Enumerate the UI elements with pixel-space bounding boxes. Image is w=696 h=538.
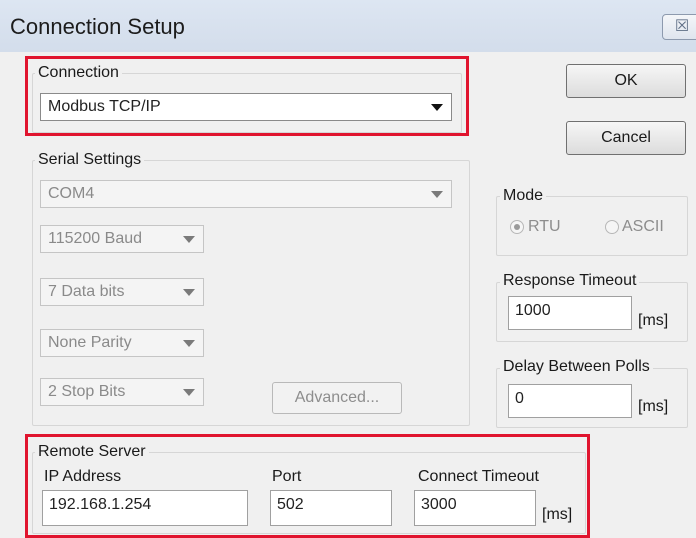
- data-bits-value: 7 Data bits: [48, 283, 125, 300]
- response-timeout-input[interactable]: 1000: [508, 296, 632, 330]
- radio-selected-dot: [514, 224, 520, 230]
- remote-server-highlight: [25, 434, 590, 538]
- ok-button-label: OK: [614, 72, 638, 89]
- cancel-button[interactable]: Cancel: [566, 121, 686, 155]
- parity-value: None Parity: [48, 334, 132, 351]
- response-timeout-value: 1000: [515, 302, 551, 319]
- mode-rtu-radio[interactable]: [510, 220, 524, 234]
- baud-rate-value: 115200 Baud: [48, 230, 143, 247]
- mode-ascii-radio[interactable]: [605, 220, 619, 234]
- mode-rtu-label: RTU: [528, 218, 561, 235]
- chevron-down-icon: [183, 340, 195, 347]
- advanced-button[interactable]: Advanced...: [272, 382, 402, 414]
- window-title: Connection Setup: [10, 14, 185, 39]
- close-button[interactable]: ☒: [662, 14, 696, 40]
- delay-between-polls-label: Delay Between Polls: [500, 358, 653, 376]
- title-bar: Connection Setup ☒: [0, 0, 696, 52]
- delay-between-polls-input[interactable]: 0: [508, 384, 632, 418]
- mode-group-label: Mode: [500, 187, 547, 205]
- stop-bits-select[interactable]: 2 Stop Bits: [40, 378, 204, 406]
- parity-select[interactable]: None Parity: [40, 329, 204, 357]
- delay-between-polls-value: 0: [515, 390, 524, 407]
- connection-highlight: [25, 56, 469, 136]
- chevron-down-icon: [431, 191, 443, 198]
- serial-settings-label: Serial Settings: [35, 151, 145, 169]
- stop-bits-value: 2 Stop Bits: [48, 383, 126, 400]
- delay-between-polls-unit: [ms]: [638, 398, 669, 415]
- mode-ascii-label: ASCII: [622, 218, 664, 235]
- close-icon: ☒: [674, 18, 690, 35]
- response-timeout-unit: [ms]: [638, 312, 669, 329]
- baud-rate-select[interactable]: 115200 Baud: [40, 225, 204, 253]
- chevron-down-icon: [183, 236, 195, 243]
- data-bits-select[interactable]: 7 Data bits: [40, 278, 204, 306]
- cancel-button-label: Cancel: [601, 129, 651, 146]
- response-timeout-label: Response Timeout: [500, 272, 640, 290]
- serial-port-value: COM4: [48, 185, 95, 202]
- chevron-down-icon: [183, 289, 195, 296]
- serial-port-select[interactable]: COM4: [40, 180, 452, 208]
- ok-button[interactable]: OK: [566, 64, 686, 98]
- advanced-button-label: Advanced...: [294, 389, 380, 406]
- chevron-down-icon: [183, 389, 195, 396]
